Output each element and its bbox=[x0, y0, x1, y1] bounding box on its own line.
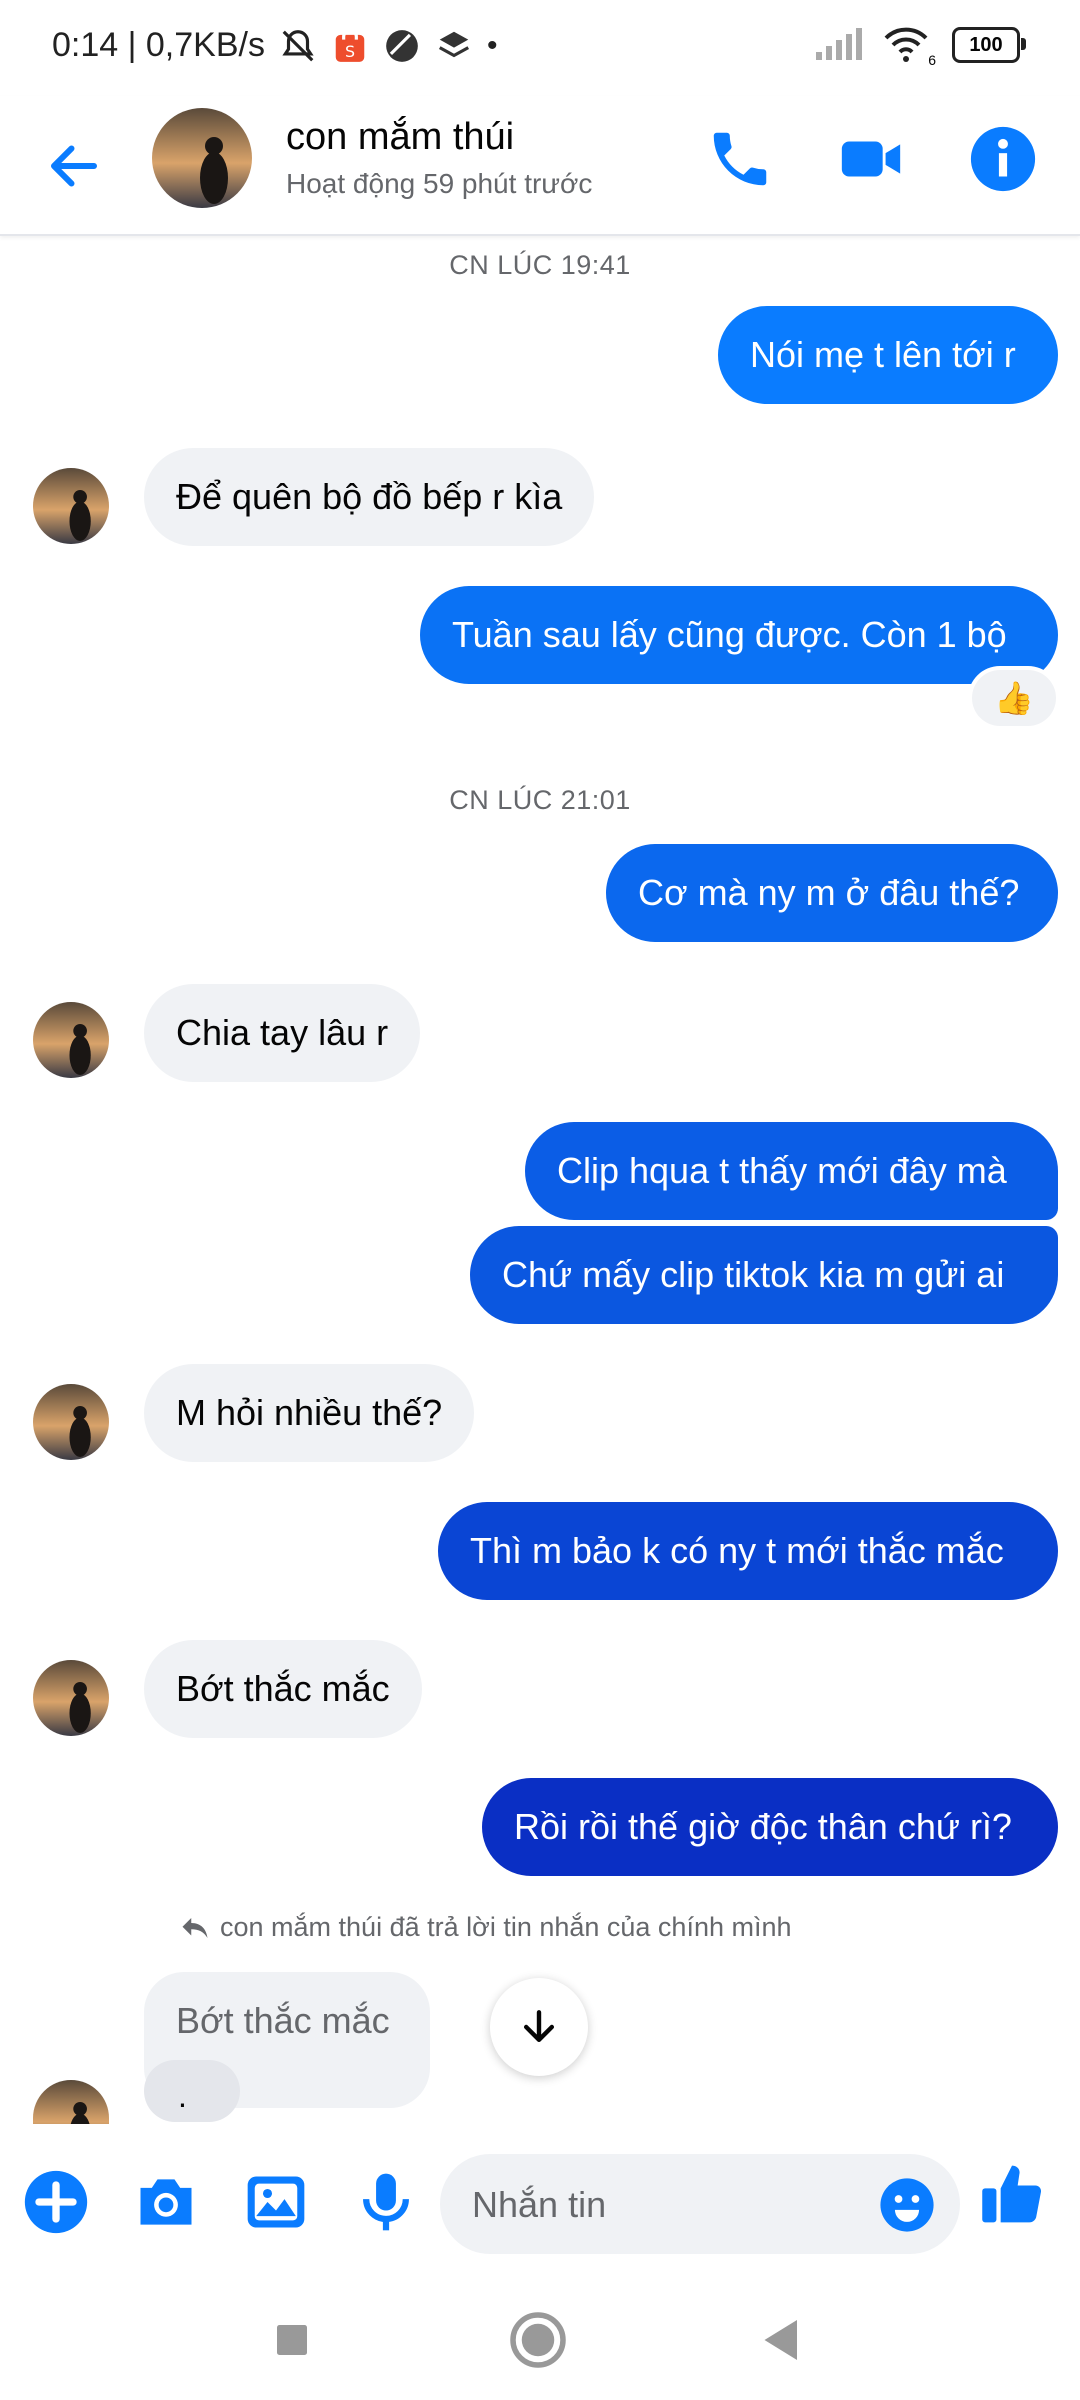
reply-quote-text: Bớt thắc mắc bbox=[176, 2000, 390, 2041]
status-time: 0:14 | 0,7KB/s bbox=[52, 26, 265, 64]
gallery-icon[interactable] bbox=[242, 2168, 310, 2236]
sent-message[interactable]: Rồi rồi thế giờ độc thân chứ rì? bbox=[482, 1778, 1058, 1876]
system-navigation-bar bbox=[0, 2280, 1080, 2400]
received-message[interactable]: Chia tay lâu r bbox=[144, 984, 421, 1082]
battery-indicator: 100 bbox=[952, 27, 1026, 63]
mute-bell-icon bbox=[282, 29, 314, 61]
back-arrow-icon[interactable] bbox=[44, 136, 104, 196]
sent-message[interactable]: Thì m bảo k có ny t mới thắc mắc bbox=[438, 1502, 1058, 1600]
message-input-placeholder: Nhắn tin bbox=[472, 2184, 607, 2225]
received-message[interactable]: Để quên bộ đồ bếp r kìa bbox=[144, 448, 595, 546]
timestamp: CN LÚC 19:41 bbox=[449, 250, 631, 280]
received-message[interactable]: M hỏi nhiều thế? bbox=[144, 1364, 475, 1462]
sent-message[interactable]: Clip hqua t thấy mới đây mà bbox=[525, 1122, 1058, 1220]
home-circle-icon[interactable] bbox=[508, 2310, 568, 2370]
thumbs-up-icon[interactable] bbox=[978, 2160, 1046, 2228]
video-camera-icon[interactable] bbox=[836, 124, 906, 194]
sent-message[interactable]: Nói mẹ t lên tới r bbox=[718, 306, 1058, 404]
reply-notice-text: con mắm thúi đã trả lời tin nhắn của chí… bbox=[220, 1912, 792, 1942]
message-input[interactable]: Nhắn tin bbox=[440, 2154, 960, 2254]
status-bar: 0:14 | 0,7KB/s S • 6 100 bbox=[0, 0, 1080, 96]
reply-arrow-icon bbox=[182, 1917, 208, 1938]
svg-text:S: S bbox=[345, 42, 355, 61]
app-circle-icon bbox=[386, 29, 418, 62]
message-composer: Nhắn tin bbox=[0, 2124, 1080, 2280]
contact-avatar-small[interactable] bbox=[33, 1002, 109, 1078]
received-message[interactable]: Bớt thắc mắc bbox=[144, 1640, 422, 1738]
status-left: 0:14 | 0,7KB/s S • bbox=[52, 26, 497, 65]
dot-indicator: • bbox=[486, 28, 498, 62]
sent-message[interactable]: Chứ mấy clip tiktok kia m gửi ai bbox=[470, 1226, 1058, 1324]
microphone-icon[interactable] bbox=[352, 2168, 420, 2236]
plus-icon[interactable] bbox=[22, 2168, 90, 2236]
info-icon[interactable] bbox=[968, 124, 1038, 194]
chat-header: con mắm thúi Hoạt động 59 phút trước bbox=[0, 96, 1080, 236]
scroll-to-bottom-button[interactable] bbox=[490, 1978, 588, 2076]
contact-avatar-small[interactable] bbox=[33, 1660, 109, 1736]
wifi-label: 6 bbox=[928, 52, 936, 68]
signal-icon bbox=[816, 28, 862, 60]
arrow-down-icon bbox=[523, 2010, 555, 2043]
reply-notice: con mắm thúi đã trả lời tin nhắn của chí… bbox=[180, 1912, 792, 1943]
timestamp: CN LÚC 21:01 bbox=[449, 785, 631, 815]
contact-name[interactable]: con mắm thúi bbox=[286, 116, 514, 159]
battery-level: 100 bbox=[969, 33, 1003, 56]
active-status: Hoạt động 59 phút trước bbox=[286, 168, 593, 199]
layers-icon bbox=[438, 31, 469, 57]
recents-square-icon[interactable] bbox=[262, 2310, 322, 2370]
wifi-icon: 6 bbox=[882, 26, 936, 68]
reaction-badge[interactable]: 👍 bbox=[972, 670, 1056, 726]
emoji-icon[interactable] bbox=[878, 2176, 936, 2234]
reply-message-text: . bbox=[178, 2078, 187, 2114]
sent-message[interactable]: Tuần sau lấy cũng được. Còn 1 bộ bbox=[420, 586, 1058, 684]
contact-avatar[interactable] bbox=[152, 108, 252, 208]
shopping-bag-icon: S bbox=[335, 28, 365, 62]
reply-message-partial[interactable]: . bbox=[144, 2060, 240, 2122]
back-triangle-icon[interactable] bbox=[752, 2310, 812, 2370]
status-right: 6 100 bbox=[814, 26, 1026, 68]
camera-icon[interactable] bbox=[132, 2168, 200, 2236]
contact-avatar-small[interactable] bbox=[33, 468, 109, 544]
contact-avatar-small[interactable] bbox=[33, 1384, 109, 1460]
contact-avatar-small[interactable] bbox=[33, 2080, 109, 2124]
sent-message[interactable]: Cơ mà ny m ở đâu thế? bbox=[606, 844, 1058, 942]
thumbs-up-emoji-icon: 👍 bbox=[994, 680, 1034, 716]
phone-icon[interactable] bbox=[705, 124, 775, 194]
